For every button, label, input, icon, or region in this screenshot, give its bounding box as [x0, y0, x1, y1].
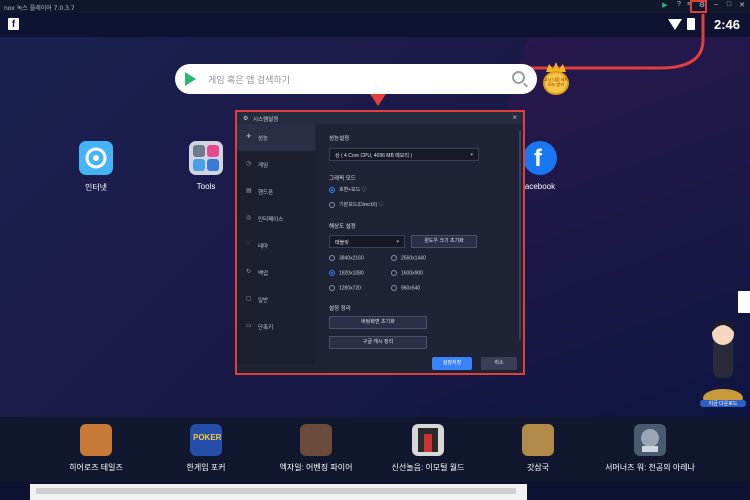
- interface-icon: ◎: [246, 215, 252, 221]
- promo-badge[interactable]: 고시 다음 세트 모드 받기: [540, 62, 572, 96]
- resolution-option-1280[interactable]: 1280x720: [329, 285, 361, 291]
- dock-app-label: 신선놀음: 이모털 월드: [391, 463, 465, 472]
- dock-app-icon[interactable]: [522, 424, 554, 456]
- promo-text: 고시 다음 세트 모드 받기: [543, 77, 569, 87]
- search-placeholder: 게임 혹은 앱 검색하기: [208, 75, 291, 85]
- tools-folder-icon[interactable]: [189, 141, 223, 175]
- sidebar-item-interface[interactable]: ◎ 인터페이스: [237, 205, 315, 232]
- sidebar-item-theme[interactable]: ◌ 테마: [237, 232, 315, 259]
- chevron-down-icon: ▾: [396, 239, 399, 245]
- info-icon: ⓘ: [378, 202, 384, 208]
- app-search-bar[interactable]: 게임 혹은 앱 검색하기: [175, 64, 537, 94]
- dock-app-label: 갓삼국: [526, 463, 550, 472]
- resolution-option-960[interactable]: 960x540: [391, 285, 420, 291]
- horizontal-scrollbar[interactable]: [36, 488, 516, 494]
- promo-mascot[interactable]: 지금 다운로드: [700, 318, 746, 412]
- chevron-down-icon: ▾: [470, 152, 473, 158]
- resolution-option-1600[interactable]: 1600x900: [391, 270, 423, 276]
- game-icon: ◷: [246, 161, 252, 167]
- settings-content: 성능설정 상 ( 4 Core CPU, 4096 MB 메모리 ) ▾ 그래픽…: [325, 124, 515, 349]
- graphics-section-title: 그래픽 모드: [329, 176, 356, 182]
- desktop-app-label: Tools: [196, 182, 216, 191]
- dialog-title: 시스템설정: [253, 117, 279, 123]
- cancel-button[interactable]: 취소: [481, 357, 517, 370]
- performance-dropdown[interactable]: 상 ( 4 Core CPU, 4096 MB 메모리 ) ▾: [329, 148, 479, 161]
- device-type-dropdown[interactable]: 태블릿 ▾: [329, 235, 405, 248]
- reset-wallpaper-button[interactable]: 바탕화면 초기화: [329, 316, 427, 329]
- theme-icon: ◌: [246, 241, 250, 247]
- save-settings-button[interactable]: 설정저장: [432, 357, 472, 370]
- dialog-close-icon[interactable]: ×: [512, 113, 517, 122]
- graphics-option-directx[interactable]: 기본모드(DirectX) ⓘ: [329, 201, 384, 208]
- resolution-section-title: 해상도 설정: [329, 224, 356, 230]
- sidebar-item-phone[interactable]: ▤ 핸드폰: [237, 178, 315, 205]
- sidebar-item-general[interactable]: ▢ 일반: [237, 286, 315, 313]
- system-settings-dialog: ⚙ 시스템설정 × ✚ 성능 ◷ 게임 ▤ 핸드폰 ◎ 인터페이스 ◌ 테마 ↻…: [235, 110, 525, 375]
- clear-google-cache-button[interactable]: 구글 캐시 정리: [329, 336, 427, 349]
- bottom-browser-strip: [30, 484, 527, 500]
- mascot-caption: 지금 다운로드: [700, 400, 746, 407]
- dock-app-label: 히어로즈 테일즈: [69, 463, 123, 472]
- reset-window-size-button[interactable]: 윈도우 크기 초기화: [411, 235, 477, 248]
- performance-icon: ✚: [246, 134, 252, 140]
- dock-app-label: 서머너즈 워: 천공의 아레나: [605, 463, 695, 472]
- sidebar-item-shortcut[interactable]: ▭ 단축키: [237, 313, 315, 340]
- general-icon: ▢: [246, 296, 252, 302]
- settings-scrollbar[interactable]: [519, 130, 521, 340]
- shortcut-icon: ▭: [246, 323, 252, 329]
- internet-app-icon[interactable]: [79, 141, 113, 175]
- search-icon[interactable]: [512, 71, 525, 84]
- desktop-app-label: acebook: [524, 182, 556, 191]
- backup-icon: ↻: [246, 269, 252, 275]
- dock-app-icon[interactable]: [80, 424, 112, 456]
- dock-app-label: 한게임 포커: [186, 463, 226, 472]
- dock-app-label: 엑자일: 어벤징 파이어: [279, 463, 353, 472]
- cleanup-section-title: 설정 정리: [329, 306, 351, 312]
- settings-sidebar: ✚ 성능 ◷ 게임 ▤ 핸드폰 ◎ 인터페이스 ◌ 테마 ↻ 백업 ▢ 일반 ▭: [237, 124, 315, 364]
- performance-section-title: 성능설정: [329, 136, 350, 142]
- desktop-app-label: 인터넷: [84, 183, 108, 192]
- sidebar-item-backup[interactable]: ↻ 백업: [237, 259, 315, 286]
- google-play-icon: [185, 72, 196, 86]
- side-tab[interactable]: [738, 291, 750, 313]
- dock-app-icon[interactable]: POKER: [190, 424, 222, 456]
- dock-app-icon[interactable]: [412, 424, 444, 456]
- dock-app-icon[interactable]: [634, 424, 666, 456]
- settings-icon: ⚙: [243, 116, 249, 122]
- facebook-app-icon[interactable]: f: [523, 141, 557, 175]
- sidebar-item-game[interactable]: ◷ 게임: [237, 151, 315, 178]
- phone-icon: ▤: [246, 188, 252, 194]
- resolution-option-1920[interactable]: 1920x1080: [329, 270, 364, 276]
- dock-app-icon[interactable]: [300, 424, 332, 456]
- graphics-option-compat[interactable]: 호환+모드 ⓘ: [329, 186, 367, 193]
- resolution-option-3840[interactable]: 3840x2160: [329, 255, 364, 261]
- resolution-option-2560[interactable]: 2560x1440: [391, 255, 426, 261]
- sidebar-item-performance[interactable]: ✚ 성능: [237, 124, 315, 151]
- info-icon: ⓘ: [361, 187, 367, 193]
- dialog-header: ⚙ 시스템설정 ×: [237, 112, 523, 124]
